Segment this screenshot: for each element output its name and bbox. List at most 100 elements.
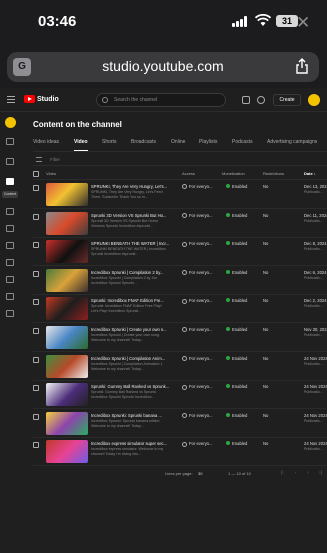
- close-icon[interactable]: ✕: [296, 13, 310, 33]
- row-checkbox[interactable]: [33, 413, 39, 420]
- last-page-icon[interactable]: ›|: [319, 470, 322, 476]
- access-cell[interactable]: For everyo...: [182, 413, 213, 419]
- access-value: For everyo...: [189, 327, 213, 332]
- select-all-checkbox[interactable]: [33, 171, 39, 177]
- channel-avatar[interactable]: [5, 117, 16, 128]
- account-avatar[interactable]: [308, 94, 320, 106]
- access-cell[interactable]: For everyo...: [182, 184, 213, 190]
- status-dot-icon: [226, 412, 230, 417]
- video-thumbnail[interactable]: [46, 383, 88, 407]
- table-row[interactable]: Sprunki: Gummy Ball Ranked vs Sprunk... S…: [33, 381, 327, 410]
- video-title[interactable]: Incredibox Sprunki | Compilation Anim...: [91, 356, 169, 361]
- video-title[interactable]: SPRUNKI BENEATH THE WATER | Incr...: [91, 241, 169, 246]
- table-row[interactable]: Incredibox Sprunki | Compilation 2 by...…: [33, 267, 327, 295]
- video-thumbnail[interactable]: [46, 297, 88, 321]
- comments-icon[interactable]: [6, 225, 14, 232]
- access-cell[interactable]: For everyo...: [182, 327, 213, 333]
- row-checkbox[interactable]: [33, 442, 39, 449]
- video-thumbnail[interactable]: [46, 440, 88, 464]
- tab-video-ideas[interactable]: Video ideas: [33, 139, 59, 145]
- row-checkbox[interactable]: [33, 328, 39, 334]
- earn-icon[interactable]: [6, 276, 14, 283]
- row-checkbox[interactable]: [33, 185, 39, 191]
- globe-icon: [182, 327, 187, 333]
- access-cell[interactable]: For everyo...: [182, 270, 213, 276]
- globe-icon: [182, 384, 187, 390]
- table-row[interactable]: Sprunki 3D Version VS Sprunki But Ho... S…: [33, 210, 327, 238]
- row-checkbox[interactable]: [33, 242, 39, 249]
- rows-per-page-select[interactable]: 30: [198, 471, 202, 476]
- video-thumbnail[interactable]: [46, 411, 88, 435]
- create-button[interactable]: Create: [273, 94, 301, 106]
- video-title[interactable]: SPRUNKI, They Are Very Hungry, Let's...: [91, 184, 169, 189]
- table-row[interactable]: Incredibox Sprunki | Create your own s..…: [33, 324, 327, 352]
- tab-podcasts[interactable]: Podcasts: [232, 139, 253, 145]
- video-title[interactable]: Incredibox Sprunki: Sprunki banana ...: [91, 413, 169, 418]
- video-thumbnail[interactable]: [46, 211, 88, 235]
- analytics-icon[interactable]: [6, 208, 14, 215]
- access-cell[interactable]: For everyo...: [182, 213, 213, 218]
- table-row[interactable]: Incredibox express simulator super sec..…: [33, 438, 327, 467]
- video-thumbnail[interactable]: [46, 354, 88, 378]
- customization-icon[interactable]: [6, 293, 14, 300]
- table-row[interactable]: SPRUNKI BENEATH THE WATER | Incr... SPRUN…: [33, 238, 327, 267]
- tab-shorts[interactable]: Shorts: [102, 139, 116, 145]
- row-checkbox[interactable]: [33, 356, 39, 363]
- access-cell[interactable]: For everyo...: [182, 384, 213, 390]
- video-title[interactable]: Sprunki 3D Version VS Sprunki But Ho...: [91, 213, 169, 218]
- filter-bar[interactable]: Filter: [33, 154, 327, 166]
- access-cell[interactable]: For everyo...: [182, 298, 213, 304]
- table-row[interactable]: Sprunki: Incredibox FNAF Edition Fre... S…: [33, 295, 327, 324]
- next-page-icon[interactable]: ›: [307, 470, 309, 476]
- access-cell[interactable]: For everyo...: [182, 241, 213, 247]
- row-checkbox[interactable]: [33, 270, 39, 277]
- video-thumbnail[interactable]: [46, 268, 88, 292]
- content-icon[interactable]: [6, 178, 14, 185]
- column-date[interactable]: Date ↓: [304, 171, 316, 176]
- tab-broadcasts[interactable]: Broadcasts: [131, 139, 156, 145]
- table-row[interactable]: Incredibox Sprunki: Sprunki banana ... In…: [33, 410, 327, 438]
- subtitles-icon[interactable]: [6, 242, 14, 249]
- playlist-icon[interactable]: [6, 158, 14, 165]
- table-row[interactable]: SPRUNKI, They Are Very Hungry, Let's... S…: [33, 181, 327, 209]
- video-title[interactable]: Incredibox Sprunki | Create your own s..…: [91, 327, 169, 332]
- filter-icon[interactable]: [36, 157, 42, 162]
- video-title[interactable]: Incredibox Sprunki | Compilation 2 by...: [91, 270, 169, 275]
- subtitles-icon[interactable]: [242, 96, 250, 104]
- first-page-icon[interactable]: |‹: [281, 470, 284, 476]
- dashboard-icon[interactable]: [6, 138, 14, 145]
- row-checkbox[interactable]: [33, 213, 39, 220]
- status-dot-icon: [226, 355, 230, 360]
- tab-playlists[interactable]: Playlists: [199, 139, 217, 145]
- video-description: Sprunki 3D Version VS Sprunki But Horror…: [91, 218, 159, 228]
- url-text[interactable]: studio.youtube.com: [7, 58, 319, 74]
- video-title[interactable]: Sprunki: Gummy Ball Ranked vs Sprunk...: [91, 384, 169, 389]
- monetization-value: Enabled: [232, 384, 248, 390]
- audio-library-icon[interactable]: [6, 310, 14, 317]
- row-checkbox[interactable]: [33, 299, 39, 306]
- address-bar[interactable]: G studio.youtube.com: [7, 52, 319, 82]
- video-title[interactable]: Incredibox express simulator super sec..…: [91, 441, 169, 446]
- video-thumbnail[interactable]: [46, 326, 88, 349]
- column-monetization: Monetization: [222, 171, 245, 176]
- tab-advertising-campaigns[interactable]: Advertising campaigns: [267, 139, 317, 145]
- share-icon[interactable]: [295, 58, 309, 74]
- menu-icon[interactable]: [7, 96, 15, 103]
- monetization-value: Enabled: [232, 212, 248, 218]
- video-thumbnail[interactable]: [46, 240, 88, 264]
- table-row[interactable]: Incredibox Sprunki | Compilation Anim...…: [33, 353, 327, 381]
- search-input[interactable]: Search the channel: [96, 93, 226, 107]
- row-checkbox[interactable]: [33, 385, 39, 392]
- prev-page-icon[interactable]: ‹: [295, 470, 297, 476]
- tab-video[interactable]: Video: [74, 139, 88, 151]
- copyright-icon[interactable]: [6, 259, 14, 266]
- video-title[interactable]: Sprunki: Incredibox FNAF Edition Fre...: [91, 298, 169, 303]
- access-cell[interactable]: For everyo...: [182, 441, 213, 447]
- access-cell[interactable]: For everyo...: [182, 356, 213, 361]
- studio-logo[interactable]: Studio: [24, 95, 59, 103]
- video-thumbnail[interactable]: [46, 183, 88, 206]
- help-icon[interactable]: [257, 96, 265, 104]
- access-value: For everyo...: [189, 241, 213, 247]
- tab-online[interactable]: Online: [171, 139, 185, 145]
- status-dot-icon: [226, 241, 230, 246]
